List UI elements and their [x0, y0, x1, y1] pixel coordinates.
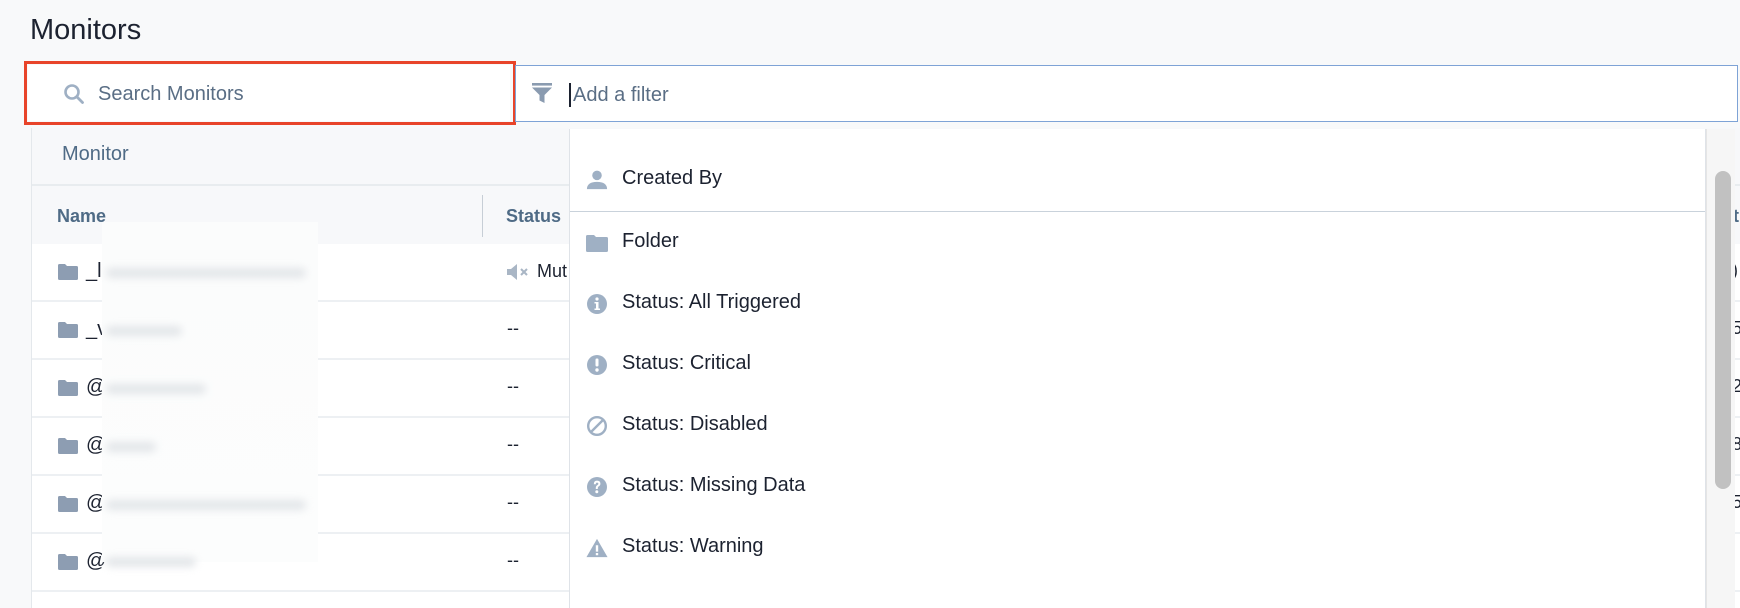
filter-option-label: Status: Critical: [622, 352, 751, 374]
filter-option-folder[interactable]: Folder: [570, 212, 1705, 272]
filter-option-status-missing-data[interactable]: Status: Missing Data: [570, 456, 1705, 516]
scrollbar-thumb[interactable]: [1715, 171, 1731, 489]
folder-icon: [58, 554, 78, 570]
monitor-status: --: [507, 376, 519, 396]
filter-option-status-critical[interactable]: Status: Critical: [570, 334, 1705, 394]
filter-option-label: Folder: [622, 230, 679, 252]
monitor-status: --: [507, 318, 519, 338]
section-title: Monitor: [62, 143, 129, 165]
folder-icon: [58, 438, 78, 454]
column-resize-handle[interactable]: [482, 195, 483, 237]
column-header-status[interactable]: Status: [506, 206, 561, 227]
filter-option-label: Status: All Triggered: [622, 291, 801, 313]
filter-box[interactable]: [515, 65, 1738, 122]
exclamation-circle-icon: [587, 355, 607, 375]
filter-dropdown-menu: Created By Folder Status: All Triggered …: [569, 129, 1706, 608]
filter-option-label: Status: Disabled: [622, 413, 768, 435]
filter-option-label: Status: Missing Data: [622, 474, 806, 496]
search-box[interactable]: [28, 65, 510, 121]
monitor-status: Mut: [537, 261, 568, 281]
monitor-status: --: [507, 550, 519, 570]
monitor-name[interactable]: @: [86, 492, 106, 515]
monitor-status: --: [507, 434, 519, 454]
folder-icon: [58, 322, 78, 338]
monitor-name[interactable]: _v: [86, 318, 107, 341]
filter-option-created-by[interactable]: Created By: [570, 149, 1705, 212]
monitor-name[interactable]: @: [86, 434, 106, 457]
folder-icon: [58, 496, 78, 512]
monitor-name[interactable]: @: [86, 550, 106, 573]
folder-icon: [586, 235, 608, 252]
filter-icon: [532, 83, 552, 103]
folder-icon: [58, 264, 78, 280]
mute-icon: [507, 264, 528, 280]
filter-option-status-disabled[interactable]: Status: Disabled: [570, 395, 1705, 455]
filter-option-status-warning[interactable]: Status: Warning: [570, 517, 1705, 577]
dropdown-scrollbar[interactable]: [1706, 129, 1735, 608]
filter-option-label: Created By: [622, 167, 723, 189]
info-circle-icon: [587, 294, 607, 314]
monitor-status: --: [507, 492, 519, 512]
monitor-name[interactable]: _l: [86, 260, 102, 283]
search-icon: [64, 84, 84, 104]
question-circle-icon: [587, 477, 607, 497]
folder-icon: [58, 380, 78, 396]
filter-option-status-all-triggered[interactable]: Status: All Triggered: [570, 273, 1705, 333]
search-input[interactable]: [96, 75, 500, 113]
column-header-name[interactable]: Name: [57, 206, 106, 227]
user-icon: [586, 170, 608, 190]
warning-triangle-icon: [586, 538, 608, 558]
monitor-name[interactable]: @: [86, 376, 106, 399]
filter-option-label: Status: Warning: [622, 535, 764, 557]
ban-icon: [586, 415, 608, 437]
filter-input[interactable]: [571, 76, 1675, 114]
page-title: Monitors: [30, 14, 142, 46]
